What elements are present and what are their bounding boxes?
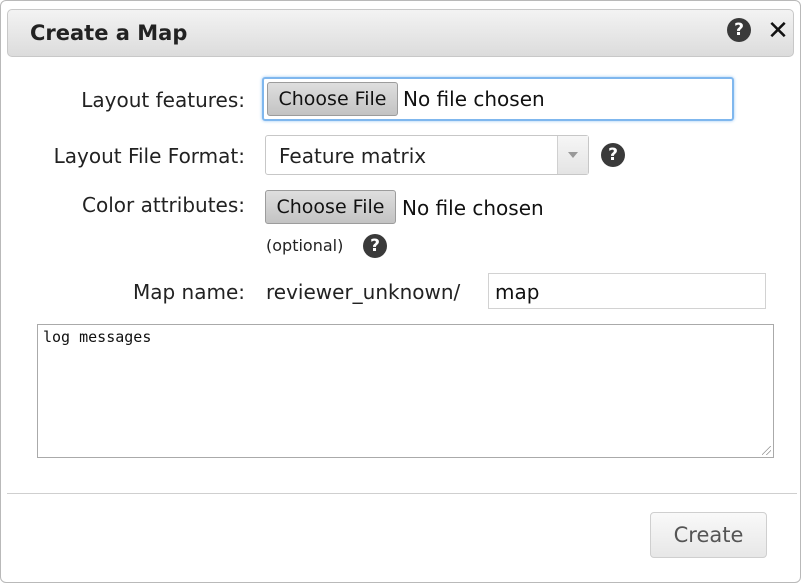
layout-format-selected-value: Feature matrix bbox=[279, 144, 427, 168]
create-map-dialog: Create a Map ? ✕ Layout features: Choose… bbox=[0, 0, 801, 583]
layout-features-file-input[interactable]: Choose File No file chosen bbox=[262, 77, 734, 121]
close-icon[interactable]: ✕ bbox=[766, 18, 790, 44]
layout-format-select[interactable]: Feature matrix bbox=[265, 135, 589, 175]
footer-divider bbox=[7, 493, 797, 494]
create-button[interactable]: Create bbox=[650, 512, 767, 558]
color-attributes-label: Color attributes: bbox=[82, 193, 245, 217]
question-circle-icon[interactable]: ? bbox=[601, 143, 625, 167]
dialog-title: Create a Map bbox=[30, 21, 188, 45]
question-circle-icon[interactable]: ? bbox=[363, 234, 387, 258]
resize-grip-icon[interactable] bbox=[762, 446, 771, 455]
dialog-titlebar[interactable]: Create a Map ? ✕ bbox=[7, 9, 794, 57]
layout-features-label: Layout features: bbox=[81, 88, 245, 112]
map-name-label: Map name: bbox=[132, 280, 245, 304]
question-circle-icon[interactable]: ? bbox=[727, 18, 751, 42]
color-attributes-file-status: No file chosen bbox=[402, 196, 544, 220]
layout-features-choose-file-button[interactable]: Choose File bbox=[267, 82, 398, 116]
color-attributes-choose-file-button[interactable]: Choose File bbox=[265, 190, 396, 224]
layout-format-label: Layout File Format: bbox=[53, 144, 245, 168]
log-messages-text: log messages bbox=[43, 328, 152, 346]
color-attributes-file-input[interactable]: Choose File No file chosen bbox=[263, 188, 563, 228]
chevron-down-icon[interactable] bbox=[557, 136, 588, 174]
map-name-input[interactable]: map bbox=[488, 273, 766, 309]
map-name-prefix: reviewer_unknown/ bbox=[266, 280, 461, 304]
optional-hint: (optional) bbox=[266, 236, 344, 255]
layout-features-file-status: No file chosen bbox=[403, 87, 545, 111]
log-messages-textarea[interactable]: log messages bbox=[37, 324, 774, 458]
